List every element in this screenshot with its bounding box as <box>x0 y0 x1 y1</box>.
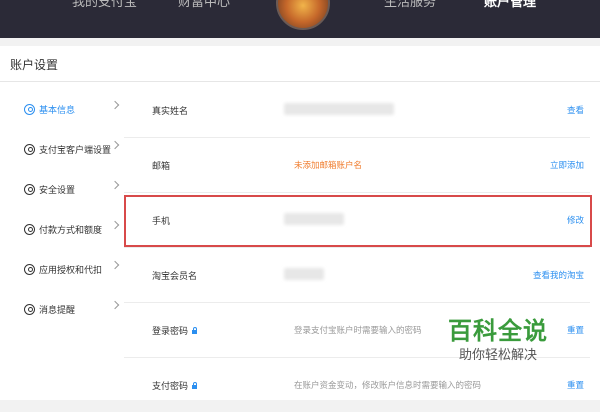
sidebar: 基本信息 支付宝客户端设置 安全设置 付款方式和额度 应用授权和代扣 消息提醒 <box>10 89 124 329</box>
sidebar-item-label: 应用授权和代扣 <box>39 265 103 276</box>
redacted-value <box>284 268 324 280</box>
page-title: 账户设置 <box>10 58 59 72</box>
chevron-right-icon <box>110 260 120 270</box>
view-taobao-button[interactable]: 查看我的淘宝 <box>533 269 584 281</box>
row-label-text: 支付密码 <box>152 382 189 392</box>
lock-icon <box>192 382 198 389</box>
sidebar-item-payment[interactable]: 付款方式和额度 <box>10 209 124 249</box>
row-label: 手机 <box>152 217 171 227</box>
chevron-right-icon <box>110 100 120 110</box>
redacted-value <box>284 103 394 115</box>
nav-wealth-center[interactable]: 财富中心 <box>178 0 230 10</box>
chevron-right-icon <box>110 140 120 150</box>
yuan-icon <box>24 223 35 235</box>
info-list: 真实姓名 查看 邮箱 未添加邮箱账户名 立即添加 手机 修改 淘宝会员名 查看我… <box>124 83 590 412</box>
chevron-right-icon <box>110 300 120 310</box>
row-description: 在账户资金变动，修改账户信息时需要输入的密码 <box>294 381 482 391</box>
row-label-text: 登录密码 <box>152 327 189 337</box>
row-label: 淘宝会员名 <box>152 272 198 282</box>
sidebar-item-client-settings[interactable]: 支付宝客户端设置 <box>10 129 124 169</box>
email-status: 未添加邮箱账户名 <box>294 161 363 171</box>
reset-login-password-button[interactable]: 重置 <box>567 324 584 336</box>
sidebar-item-label: 基本信息 <box>39 105 76 116</box>
divider <box>0 81 600 82</box>
sidebar-item-app-auth[interactable]: 应用授权和代扣 <box>10 249 124 289</box>
list-item-taobao-name: 淘宝会员名 查看我的淘宝 <box>124 248 590 303</box>
nav-life-services[interactable]: 生活服务 <box>384 0 436 10</box>
phone-icon <box>24 143 35 155</box>
sidebar-item-label: 支付宝客户端设置 <box>39 145 112 156</box>
list-item-real-name: 真实姓名 查看 <box>124 83 590 138</box>
add-email-button[interactable]: 立即添加 <box>550 159 584 171</box>
redacted-value <box>284 213 344 225</box>
nav-account-management[interactable]: 账户管理 <box>484 0 536 10</box>
sidebar-item-basic-info[interactable]: 基本信息 <box>10 89 124 129</box>
check-icon <box>24 263 35 275</box>
sidebar-item-label: 付款方式和额度 <box>39 225 103 236</box>
list-item-payment-password: 支付密码 在账户资金变动，修改账户信息时需要输入的密码 重置 <box>124 358 590 412</box>
sidebar-item-security[interactable]: 安全设置 <box>10 169 124 209</box>
sidebar-item-notifications[interactable]: 消息提醒 <box>10 289 124 329</box>
row-description: 登录支付宝账户时需要输入的密码 <box>294 326 422 336</box>
row-label: 真实姓名 <box>152 107 189 117</box>
reset-payment-password-button[interactable]: 重置 <box>567 379 584 391</box>
shield-icon <box>24 183 35 195</box>
list-item-phone: 手机 修改 <box>124 193 590 248</box>
nav-my-alipay[interactable]: 我的支付宝 <box>72 0 137 10</box>
sidebar-item-label: 消息提醒 <box>39 305 76 316</box>
row-label: 支付密码 <box>152 379 198 392</box>
chevron-right-icon <box>110 180 120 190</box>
sidebar-item-label: 安全设置 <box>39 185 76 196</box>
avatar[interactable] <box>276 0 330 30</box>
list-item-login-password: 登录密码 登录支付宝账户时需要输入的密码 重置 <box>124 303 590 358</box>
row-label: 登录密码 <box>152 324 198 337</box>
chevron-right-icon <box>110 220 120 230</box>
row-label: 邮箱 <box>152 162 171 172</box>
modify-phone-button[interactable]: 修改 <box>567 214 584 226</box>
user-icon <box>24 103 35 115</box>
list-item-email: 邮箱 未添加邮箱账户名 立即添加 <box>124 138 590 193</box>
top-nav-bar: 我的支付宝 财富中心 生活服务 账户管理 <box>0 0 600 38</box>
message-icon <box>24 303 35 315</box>
lock-icon <box>192 327 198 334</box>
view-button[interactable]: 查看 <box>567 104 584 116</box>
account-settings-card: 账户设置 基本信息 支付宝客户端设置 安全设置 付款方式和额度 应用授权和代扣 <box>0 46 600 400</box>
